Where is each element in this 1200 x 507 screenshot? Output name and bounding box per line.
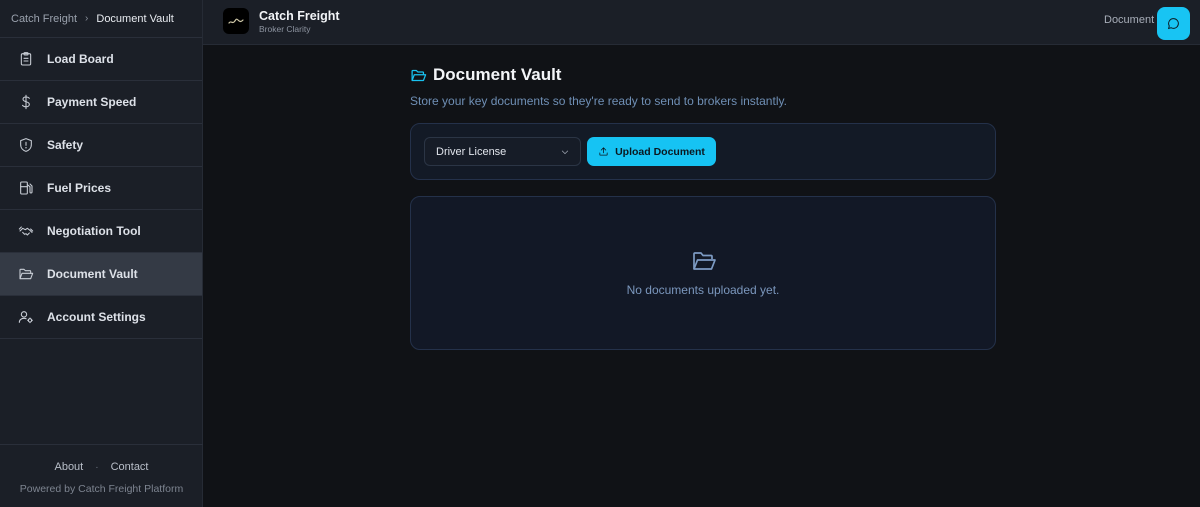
upload-document-button[interactable]: Upload Document (587, 137, 716, 166)
sidebar-item-label: Fuel Prices (47, 181, 112, 195)
main-content: Document Vault Store your key documents … (203, 45, 1200, 507)
upload-icon (599, 147, 608, 156)
logo-icon (223, 8, 249, 34)
sidebar-item-safety[interactable]: Safety (0, 124, 202, 167)
brand-subtitle: Broker Clarity (259, 23, 311, 34)
sidebar-item-label: Payment Speed (47, 95, 137, 109)
user-gear-icon (18, 309, 34, 325)
breadcrumb-current: Document Vault (96, 12, 174, 25)
page-title-text: Document Vault (433, 65, 562, 84)
sidebar-item-label: Account Settings (47, 310, 146, 324)
shield-icon (18, 137, 34, 153)
about-link[interactable]: About (54, 461, 83, 473)
sidebar-item-account-settings[interactable]: Account Settings (0, 296, 202, 339)
document-type-select[interactable]: Driver License (424, 137, 581, 166)
sidebar-item-label: Load Board (47, 52, 114, 66)
clipboard-icon (18, 51, 34, 67)
documents-empty-state: No documents uploaded yet. (410, 196, 996, 350)
app-root: Catch Freight › Document Vault Load Boar… (0, 0, 1200, 507)
sidebar-nav: Load Board Payment Speed Safety Fuel Pri… (0, 38, 202, 339)
breadcrumb: Catch Freight › Document Vault (0, 0, 202, 38)
page-subtitle: Store your key documents so they're read… (410, 94, 787, 108)
sidebar-item-label: Document Vault (47, 267, 138, 281)
footer-links: About · Contact (0, 461, 203, 473)
sidebar-item-label: Safety (47, 138, 84, 152)
sidebar-item-label: Negotiation Tool (47, 224, 141, 238)
contact-link[interactable]: Contact (111, 461, 149, 473)
chevron-down-icon (560, 147, 570, 160)
fuel-pump-icon (18, 180, 34, 196)
sidebar-item-document-vault[interactable]: Document Vault (0, 253, 202, 296)
powered-by-text: Powered by Catch Freight Platform (19, 483, 184, 495)
chevron-right-icon: › (85, 13, 89, 24)
chat-button[interactable] (1157, 7, 1190, 40)
folder-open-icon (411, 69, 427, 81)
brand-text: Catch Freight Broker Clarity (259, 9, 340, 34)
sidebar-item-negotiation-tool[interactable]: Negotiation Tool (0, 210, 202, 253)
top-bar: Catch Freight Broker Clarity Document (203, 0, 1200, 45)
folder-open-icon (18, 266, 34, 282)
breadcrumb-root[interactable]: Catch Freight (11, 13, 77, 25)
separator-dot: · (95, 461, 99, 473)
sidebar-footer: About · Contact Powered by Catch Freight… (0, 444, 203, 507)
sidebar-item-load-board[interactable]: Load Board (0, 38, 202, 81)
folder-open-icon (692, 250, 716, 277)
page-header: Document Vault Store your key documents … (410, 65, 787, 108)
upload-document-label: Upload Document (615, 145, 705, 158)
sidebar-item-fuel-prices[interactable]: Fuel Prices (0, 167, 202, 210)
chat-bubble-icon (1167, 18, 1179, 30)
dollar-icon (18, 94, 34, 110)
page-title: Document Vault (410, 65, 787, 85)
upload-card: Driver License Upload Document (410, 123, 996, 180)
handshake-icon (18, 223, 34, 239)
document-type-value: Driver License (436, 145, 507, 158)
empty-state-text: No documents uploaded yet. (626, 283, 780, 297)
brand[interactable]: Catch Freight Broker Clarity (223, 8, 340, 34)
sidebar-item-payment-speed[interactable]: Payment Speed (0, 81, 202, 124)
sidebar: Catch Freight › Document Vault Load Boar… (0, 0, 203, 507)
top-right-label: Document (1104, 14, 1155, 26)
brand-title: Catch Freight (259, 8, 340, 23)
